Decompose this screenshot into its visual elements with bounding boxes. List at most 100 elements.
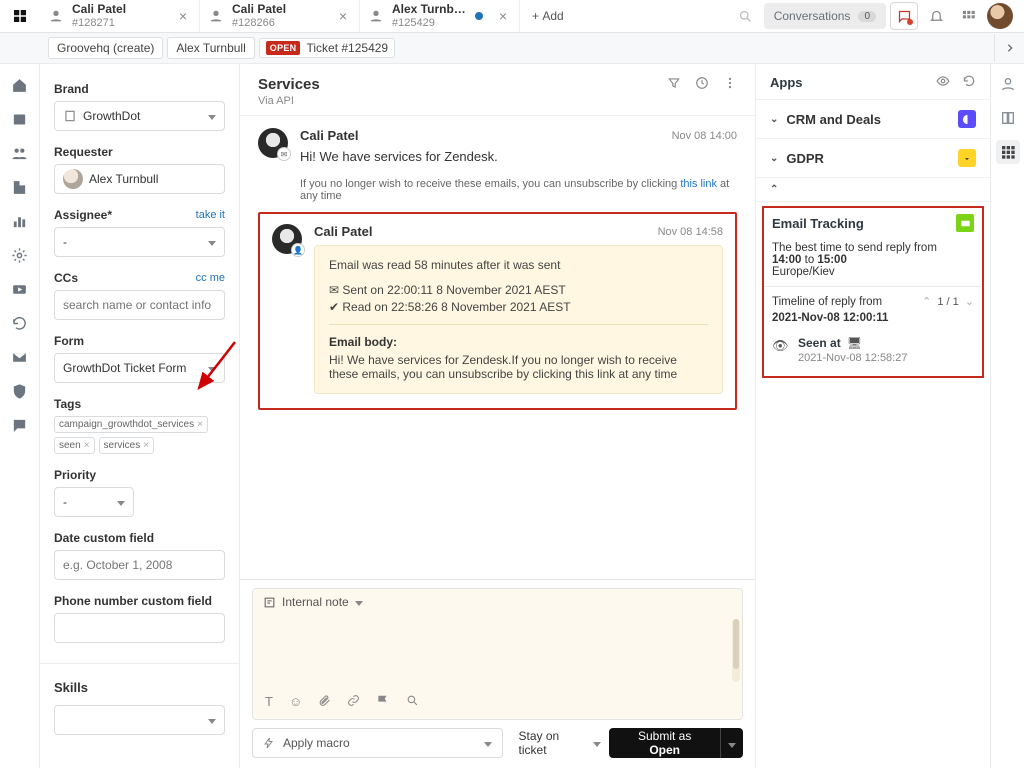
scrollbar-thumb[interactable] [733,619,739,669]
app-gdpr[interactable]: ⌄ GDPR [756,139,990,178]
submit-button[interactable]: Submit as Open [609,728,720,758]
chevron-up-icon[interactable]: ⌃ [922,295,931,308]
brand-select[interactable]: GrowthDot [54,101,225,131]
nav-reporting[interactable] [5,206,35,236]
lightning-icon [263,737,275,749]
form-select[interactable]: GrowthDot Ticket Form [54,353,225,383]
add-tab-button[interactable]: + Add [520,0,576,32]
unsubscribe-link[interactable]: this link [680,178,717,190]
profile-avatar[interactable] [986,2,1014,30]
chat-button[interactable] [890,2,918,30]
remove-tag-icon[interactable]: × [197,419,203,430]
tag-chip[interactable]: services× [99,437,155,454]
take-it-link[interactable]: take it [196,209,225,221]
stay-on-ticket-select[interactable]: Stay on ticket [519,729,602,757]
message: ✉ Cali PatelNov 08 14:00 Hi! We have ser… [258,128,737,202]
nav-customers[interactable] [5,138,35,168]
breadcrumb-org[interactable]: Groovehq (create) [48,37,163,59]
users-icon [11,145,28,162]
notifications-button[interactable] [922,2,950,30]
ccs-label: CCs [54,271,78,285]
requester-field[interactable]: Alex Turnbull [54,164,225,194]
attach-button[interactable] [318,694,331,711]
composer-textarea[interactable] [253,615,742,686]
tag-chip[interactable]: campaign_growthdot_services× [54,416,208,433]
nav-shield[interactable] [5,376,35,406]
apps-menu-button[interactable] [954,2,982,30]
apply-macro-button[interactable]: Apply macro [252,728,503,758]
emoji-button[interactable]: ☺ [289,694,302,711]
search-button[interactable] [732,2,760,30]
apps-refresh-button[interactable] [962,74,976,91]
context-apps-button[interactable] [996,140,1020,164]
filter-button[interactable] [667,76,681,93]
scrollbar[interactable] [732,619,740,682]
format-text-button[interactable]: T [265,694,273,711]
link-button[interactable] [347,694,360,711]
ccs-text-input[interactable] [63,298,216,312]
skills-select[interactable] [54,705,225,735]
building-icon [11,179,28,196]
message-author: Cali Patel [314,224,373,239]
priority-select[interactable]: - [54,487,134,517]
tab-ticket-128271[interactable]: Cali Patel#128271 × [40,0,200,32]
conversations-button[interactable]: Conversations0 [764,3,886,29]
nav-home[interactable] [5,70,35,100]
timeline-pager[interactable]: ⌃ 1 / 1 ⌄ [922,295,974,308]
nav-organizations[interactable] [5,172,35,202]
chevron-down-icon[interactable]: ⌄ [965,295,974,308]
composer-mode-select[interactable]: Internal note [253,589,742,615]
nav-video[interactable] [5,274,35,304]
chevron-down-icon: ⌄ [770,153,778,164]
submit-dropdown-button[interactable] [720,728,743,758]
apps-visibility-button[interactable] [936,74,950,91]
tab-ticket-125429[interactable]: Alex Turnbull#125429 × [360,0,520,32]
nav-chat[interactable] [5,410,35,440]
speech-icon [11,417,28,434]
timeline-event: 👁 Seen at🖥 2021-Nov-08 12:58:27 [772,336,974,364]
context-user-button[interactable] [996,72,1020,96]
more-button[interactable] [723,76,737,93]
close-icon[interactable]: × [335,8,351,24]
book-icon [1000,110,1016,126]
cc-me-link[interactable]: cc me [196,272,225,284]
chart-icon [11,213,28,230]
remove-tag-icon[interactable]: × [84,440,90,451]
assignee-select[interactable]: - [54,227,225,257]
search-kb-button[interactable] [406,694,419,711]
tab-ticket-128266[interactable]: Cali Patel#128266 × [200,0,360,32]
message-time: Nov 08 14:00 [672,130,737,142]
nav-mail[interactable] [5,342,35,372]
nav-refresh[interactable] [5,308,35,338]
flag-button[interactable] [376,694,390,711]
close-icon[interactable]: × [175,8,191,24]
avatar-icon [63,169,83,189]
events-button[interactable] [695,76,709,93]
chevron-down-icon [355,595,363,609]
app-collapse-toggle[interactable]: ⌃ [756,178,990,202]
tag-chip[interactable]: seen× [54,437,95,454]
product-logo[interactable] [0,0,40,32]
composer[interactable]: Internal note T ☺ [252,588,743,720]
ccs-input[interactable] [54,290,225,320]
tags-field[interactable]: campaign_growthdot_services× seen× servi… [54,416,225,454]
date-custom-input[interactable] [54,550,225,580]
context-kb-button[interactable] [996,106,1020,130]
note-icon [263,596,276,609]
assignee-label: Assignee* [54,208,112,222]
nav-views[interactable] [5,104,35,134]
next-ticket-button[interactable] [994,34,1024,62]
remove-tag-icon[interactable]: × [143,440,149,451]
user-icon [48,8,64,24]
nav-admin[interactable] [5,240,35,270]
breadcrumb-ticket[interactable]: OPEN Ticket #125429 [259,38,395,58]
app-crm-deals[interactable]: ⌄ CRM and Deals [756,100,990,139]
date-custom-label: Date custom field [54,531,225,545]
conversation-title: Services [258,76,320,93]
close-icon[interactable]: × [495,8,511,24]
search-icon [738,9,753,24]
breadcrumb-person[interactable]: Alex Turnbull [167,37,254,59]
link-icon [347,694,360,707]
phone-custom-input[interactable] [54,613,225,643]
chevron-up-icon: ⌃ [770,184,778,195]
